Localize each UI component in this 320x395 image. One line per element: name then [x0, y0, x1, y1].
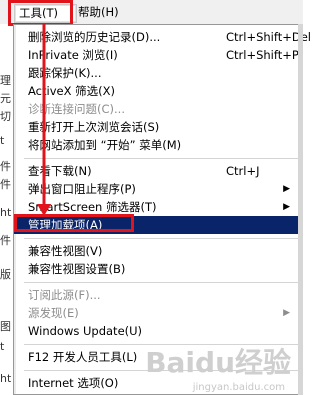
watermark-url: jingyan.baidu.com: [192, 382, 285, 393]
scrollbar[interactable]: [298, 24, 303, 395]
annotation-arrow-icon: [37, 24, 51, 216]
watermark-brand: Baidu经验: [145, 346, 291, 379]
